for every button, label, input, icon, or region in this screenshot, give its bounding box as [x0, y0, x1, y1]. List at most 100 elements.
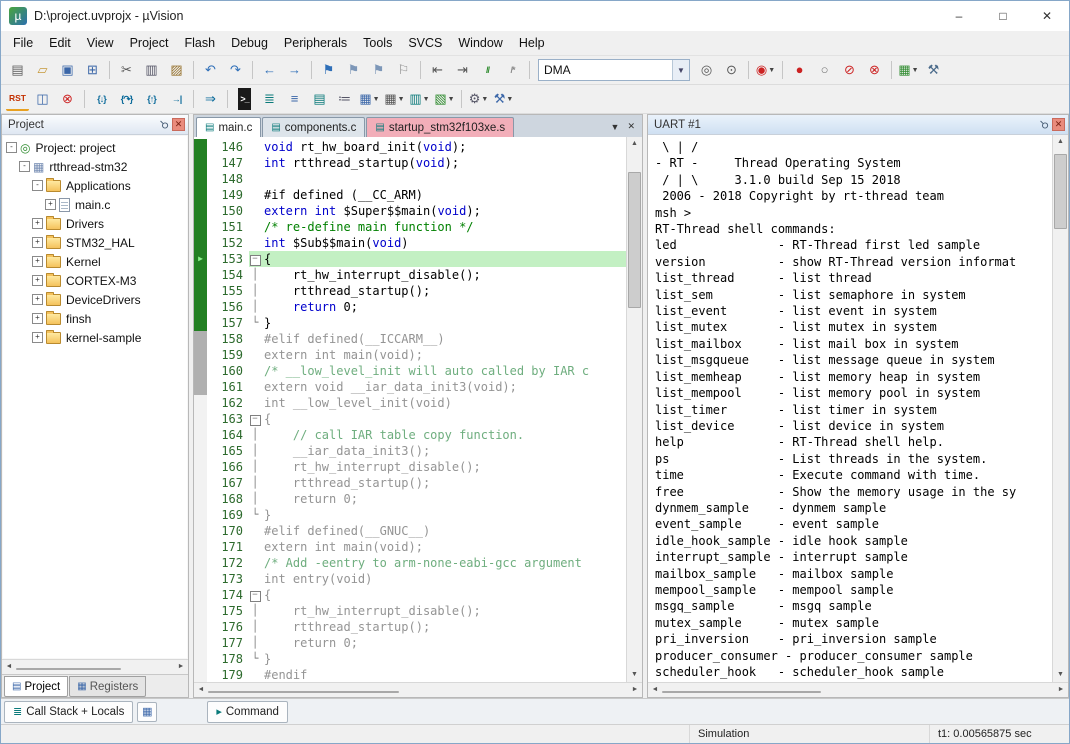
scroll-right-icon[interactable]: ►	[1054, 683, 1068, 697]
menu-project[interactable]: Project	[122, 36, 177, 50]
close-document-icon[interactable]: ✕	[627, 121, 635, 132]
fold-margin[interactable]	[249, 347, 261, 363]
analysis-window-button[interactable]: ▧▼	[433, 88, 456, 110]
paste-button[interactable]: ▨	[165, 59, 188, 81]
tree-item-cortex-m3[interactable]: +CORTEX-M3	[3, 271, 187, 290]
scroll-left-icon[interactable]: ◄	[194, 683, 208, 697]
execution-margin[interactable]	[194, 491, 207, 507]
code-text[interactable]: extern int main(void);	[261, 347, 626, 363]
layout-button[interactable]: ▦	[137, 702, 157, 722]
menu-window[interactable]: Window	[450, 36, 510, 50]
fold-margin[interactable]: │	[249, 267, 261, 283]
toolbox-button[interactable]: ⚒▼	[492, 88, 515, 110]
tab-list-icon[interactable]: ▼	[611, 122, 620, 132]
fold-margin[interactable]	[249, 187, 261, 203]
command-window-button[interactable]: >_	[233, 88, 256, 110]
expand-icon[interactable]: +	[32, 332, 43, 343]
step-over-button[interactable]: {↷}	[115, 88, 138, 110]
code-text[interactable]: }	[261, 651, 626, 667]
unindent-button[interactable]: ⇤	[426, 59, 449, 81]
uart-vertical-scrollbar[interactable]: ▲ ▼	[1052, 135, 1068, 682]
fold-margin[interactable]: −	[249, 411, 261, 427]
scroll-left-icon[interactable]: ◄	[648, 683, 662, 697]
breakpoint-enable-button[interactable]: ○	[813, 59, 836, 81]
code-text[interactable]: return 0;	[261, 635, 626, 651]
code-text[interactable]	[261, 171, 626, 187]
reset-button[interactable]: RST	[6, 87, 29, 111]
step-out-button[interactable]: {↑}	[140, 88, 163, 110]
tree-item-rtthread-stm32[interactable]: -▦rtthread-stm32	[3, 157, 187, 176]
execution-margin[interactable]	[194, 619, 207, 635]
cut-button[interactable]: ✂	[115, 59, 138, 81]
comment-button[interactable]: //	[476, 59, 499, 81]
execution-margin[interactable]	[194, 411, 207, 427]
new-file-button[interactable]: ▤	[6, 59, 29, 81]
scroll-up-icon[interactable]: ▲	[1053, 135, 1068, 149]
code-text[interactable]: int entry(void)	[261, 571, 626, 587]
code-text[interactable]: #elif defined(__GNUC__)	[261, 523, 626, 539]
nav-forward-button[interactable]: →	[283, 59, 306, 81]
tree-item-devicedrivers[interactable]: +DeviceDrivers	[3, 290, 187, 309]
close-button[interactable]: ✕	[1025, 1, 1069, 31]
execution-margin[interactable]	[194, 347, 207, 363]
execution-margin[interactable]	[194, 571, 207, 587]
code-text[interactable]: extern void __iar_data_init3(void);	[261, 379, 626, 395]
code-text[interactable]: extern int $Super$$main(void);	[261, 203, 626, 219]
search-scope-button[interactable]: ◉▼	[754, 59, 777, 81]
fold-margin[interactable]: └	[249, 507, 261, 523]
fold-margin[interactable]: └	[249, 651, 261, 667]
fold-margin[interactable]	[249, 139, 261, 155]
fold-margin[interactable]	[249, 203, 261, 219]
execution-margin[interactable]	[194, 507, 207, 523]
execution-margin[interactable]	[194, 379, 207, 395]
system-viewer-button[interactable]: ⚙▼	[467, 88, 490, 110]
save-button[interactable]: ▣	[56, 59, 79, 81]
fold-margin[interactable]: │	[249, 475, 261, 491]
scroll-track[interactable]	[627, 151, 642, 668]
fold-margin[interactable]	[249, 171, 261, 187]
tab-registers[interactable]: ▦ Registers	[69, 676, 146, 697]
indent-button[interactable]: ⇥	[451, 59, 474, 81]
code-text[interactable]: }	[261, 507, 626, 523]
watch-window-button[interactable]: ▦▼	[358, 88, 381, 110]
scroll-thumb[interactable]	[208, 691, 399, 693]
execution-margin[interactable]	[194, 635, 207, 651]
execution-margin[interactable]	[194, 523, 207, 539]
scroll-thumb[interactable]	[628, 172, 641, 308]
execution-margin[interactable]	[194, 475, 207, 491]
fold-margin[interactable]	[249, 331, 261, 347]
breakpoint-insert-button[interactable]: ●	[788, 59, 811, 81]
execution-margin[interactable]	[194, 539, 207, 555]
minimize-button[interactable]: –	[937, 1, 981, 31]
execution-margin[interactable]	[194, 283, 207, 299]
menu-debug[interactable]: Debug	[223, 36, 276, 50]
expand-icon[interactable]: +	[32, 313, 43, 324]
code-text[interactable]: /* re-define main function */	[261, 219, 626, 235]
uncomment-button[interactable]: /*	[501, 59, 524, 81]
editor-vertical-scrollbar[interactable]: ▲ ▼	[626, 137, 642, 682]
fold-margin[interactable]	[249, 571, 261, 587]
code-text[interactable]: int rtthread_startup(void);	[261, 155, 626, 171]
call-stack-tab[interactable]: ≣ Call Stack + Locals	[4, 701, 133, 723]
step-into-button[interactable]: {↓}	[90, 88, 113, 110]
fold-margin[interactable]: −	[249, 587, 261, 603]
bookmark-prev-button[interactable]: ⚑	[342, 59, 365, 81]
uart-output[interactable]: \ | /- RT - Thread Operating System / | …	[648, 135, 1052, 682]
code-text[interactable]: rt_hw_interrupt_disable();	[261, 267, 626, 283]
uart-horizontal-scrollbar[interactable]: ◄ ►	[648, 682, 1068, 697]
execution-margin[interactable]	[194, 171, 207, 187]
menu-flash[interactable]: Flash	[176, 36, 223, 50]
fold-margin[interactable]	[249, 235, 261, 251]
execution-margin[interactable]	[194, 603, 207, 619]
code-text[interactable]: {	[261, 251, 626, 267]
code-text[interactable]: rtthread_startup();	[261, 475, 626, 491]
scroll-down-icon[interactable]: ▼	[627, 668, 642, 682]
execution-margin[interactable]	[194, 155, 207, 171]
tab-project[interactable]: ▤ Project	[4, 676, 68, 697]
code-text[interactable]: {	[261, 587, 626, 603]
code-text[interactable]: return 0;	[261, 491, 626, 507]
execution-margin[interactable]	[194, 139, 207, 155]
expand-icon[interactable]: +	[32, 275, 43, 286]
scroll-up-icon[interactable]: ▲	[627, 137, 642, 151]
serial-window-button[interactable]: ▥▼	[408, 88, 431, 110]
